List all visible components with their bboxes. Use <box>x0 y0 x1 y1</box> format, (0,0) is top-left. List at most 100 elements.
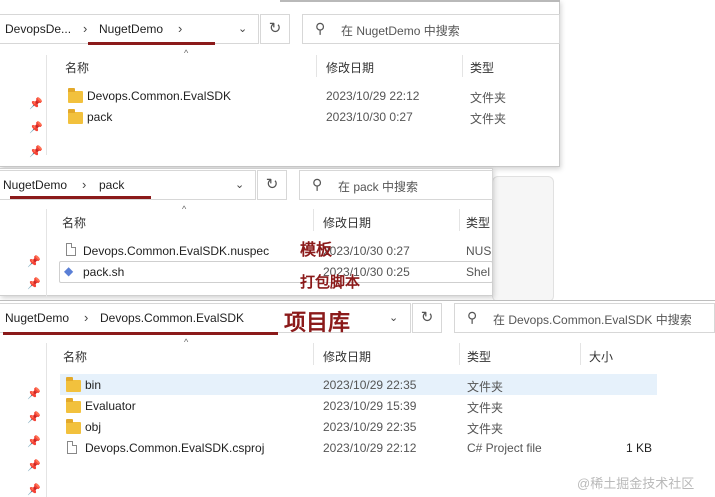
column-divider[interactable] <box>462 55 463 77</box>
pin-icon[interactable]: 📌 <box>27 483 41 496</box>
column-header-name[interactable]: 名称 <box>63 348 87 365</box>
address-dropdown-icon[interactable]: ⌄ <box>235 178 244 191</box>
column-header-date[interactable]: 修改日期 <box>326 59 374 76</box>
column-divider[interactable] <box>459 343 460 365</box>
column-header-type[interactable]: 类型 <box>467 348 491 365</box>
folder-icon <box>66 419 81 434</box>
file-name[interactable]: bin <box>85 378 101 392</box>
explorer-window-pack: NugetDemo › pack ⌄ ↻ ⚲ 在 pack 中搜索 ^ 名称 修… <box>0 168 493 297</box>
file-type: Shel <box>466 265 491 279</box>
nav-pane-divider <box>46 209 47 297</box>
file-date: 2023/10/29 22:35 <box>323 420 417 434</box>
column-divider[interactable] <box>316 55 317 77</box>
column-header-name[interactable]: 名称 <box>62 214 86 231</box>
pin-icon[interactable]: 📌 <box>27 255 41 268</box>
search-box[interactable]: ⚲ 在 Devops.Common.EvalSDK 中搜索 <box>454 303 715 333</box>
pin-icon[interactable]: 📌 <box>27 277 41 290</box>
address-bar[interactable]: DevopsDe... › NugetDemo › ⌄ <box>0 14 259 44</box>
breadcrumb-devopsdemo[interactable]: DevopsDe... <box>5 22 71 36</box>
pin-icon[interactable]: 📌 <box>29 145 43 158</box>
search-box[interactable]: ⚲ 在 pack 中搜索 <box>299 170 493 200</box>
file-icon <box>66 243 76 256</box>
breadcrumb-nugetdemo[interactable]: NugetDemo <box>5 311 69 325</box>
breadcrumb-separator-icon: › <box>84 310 89 325</box>
background-window-edge <box>492 176 554 302</box>
pin-icon[interactable]: 📌 <box>27 387 41 400</box>
file-type: 文件夹 <box>467 422 504 436</box>
address-dropdown-icon[interactable]: ⌄ <box>389 311 398 324</box>
address-dropdown-icon[interactable]: ⌄ <box>238 22 247 35</box>
file-name[interactable]: Devops.Common.EvalSDK.csproj <box>85 441 264 455</box>
pin-icon[interactable]: 📌 <box>27 435 41 448</box>
file-date: 2023/10/29 15:39 <box>323 399 417 413</box>
file-name[interactable]: pack.sh <box>83 265 124 279</box>
refresh-button[interactable]: ↻ <box>260 14 290 44</box>
nav-pane-divider <box>46 343 47 497</box>
column-header-type[interactable]: 类型 <box>466 214 490 231</box>
pin-icon[interactable]: 📌 <box>29 97 43 110</box>
search-input[interactable]: 在 pack 中搜索 <box>338 178 418 195</box>
column-header-date[interactable]: 修改日期 <box>323 348 371 365</box>
explorer-window-nugetdemo: DevopsDe... › NugetDemo › ⌄ ↻ ⚲ 在 NugetD… <box>0 0 560 167</box>
column-header-date[interactable]: 修改日期 <box>323 214 371 231</box>
search-icon: ⚲ <box>312 176 323 192</box>
annotation-project: 项目库 <box>284 311 351 336</box>
annotation-template: 模板 <box>300 240 333 259</box>
file-date: 2023/10/29 22:12 <box>323 441 417 455</box>
search-box[interactable]: ⚲ 在 NugetDemo 中搜索 <box>302 14 560 44</box>
folder-icon <box>66 377 81 392</box>
search-input[interactable]: 在 Devops.Common.EvalSDK 中搜索 <box>493 311 692 328</box>
column-divider[interactable] <box>313 209 314 231</box>
file-date: 2023/10/29 22:12 <box>326 89 420 103</box>
search-input[interactable]: 在 NugetDemo 中搜索 <box>341 22 460 39</box>
folder-icon <box>68 109 83 124</box>
explorer-window-evalsdk: NugetDemo › Devops.Common.EvalSDK ⌄ 项目库 … <box>0 300 715 497</box>
annotation-pack-script: 打包脚本 <box>300 273 361 291</box>
refresh-button[interactable]: ↻ <box>412 303 442 333</box>
file-type: C# Project file <box>467 441 542 455</box>
window-top-edge <box>280 0 560 2</box>
column-divider[interactable] <box>313 343 314 365</box>
file-date: 2023/10/29 22:35 <box>323 378 417 392</box>
breadcrumb-separator-icon[interactable]: › <box>178 21 182 36</box>
breadcrumb-devops-common-evalsdk[interactable]: Devops.Common.EvalSDK <box>100 311 244 325</box>
sort-ascending-icon: ^ <box>184 48 189 58</box>
pin-icon[interactable]: 📌 <box>29 121 43 134</box>
column-divider[interactable] <box>459 209 460 231</box>
sort-ascending-icon: ^ <box>184 337 189 347</box>
sort-ascending-icon: ^ <box>182 204 187 214</box>
refresh-button[interactable]: ↻ <box>257 170 287 200</box>
breadcrumb-pack[interactable]: pack <box>99 178 124 192</box>
file-size: 1 KB <box>626 441 653 455</box>
shell-script-icon: ◆ <box>64 264 74 278</box>
search-icon: ⚲ <box>467 309 478 325</box>
column-header-type[interactable]: 类型 <box>470 59 494 76</box>
breadcrumb-nugetdemo[interactable]: NugetDemo <box>3 178 67 192</box>
highlight-underline <box>3 332 278 335</box>
column-header-size[interactable]: 大小 <box>589 348 613 365</box>
file-name[interactable]: Evaluator <box>85 399 136 413</box>
file-name[interactable]: pack <box>87 110 112 124</box>
file-name[interactable]: obj <box>85 420 101 434</box>
search-icon: ⚲ <box>315 20 326 36</box>
file-name[interactable]: Devops.Common.EvalSDK.nuspec <box>83 244 269 258</box>
file-type: 文件夹 <box>467 380 504 394</box>
pin-icon[interactable]: 📌 <box>27 411 41 424</box>
file-type: 文件夹 <box>470 112 507 126</box>
file-name[interactable]: Devops.Common.EvalSDK <box>87 89 231 103</box>
column-header-name[interactable]: 名称 <box>65 59 89 76</box>
folder-icon <box>68 88 83 103</box>
file-icon <box>67 441 77 454</box>
nav-pane-divider <box>46 55 47 155</box>
watermark: @稀土掘金技术社区 <box>577 476 695 491</box>
file-date: 2023/10/30 0:27 <box>323 244 410 258</box>
file-type: 文件夹 <box>467 401 504 415</box>
file-type: NUS <box>466 244 492 258</box>
file-date: 2023/10/30 0:27 <box>326 110 413 124</box>
highlight-underline <box>10 196 151 199</box>
column-divider[interactable] <box>580 343 581 365</box>
breadcrumb-nugetdemo[interactable]: NugetDemo <box>99 22 163 36</box>
pin-icon[interactable]: 📌 <box>27 459 41 472</box>
breadcrumb-separator-icon: › <box>83 21 88 36</box>
highlight-underline <box>88 42 215 45</box>
